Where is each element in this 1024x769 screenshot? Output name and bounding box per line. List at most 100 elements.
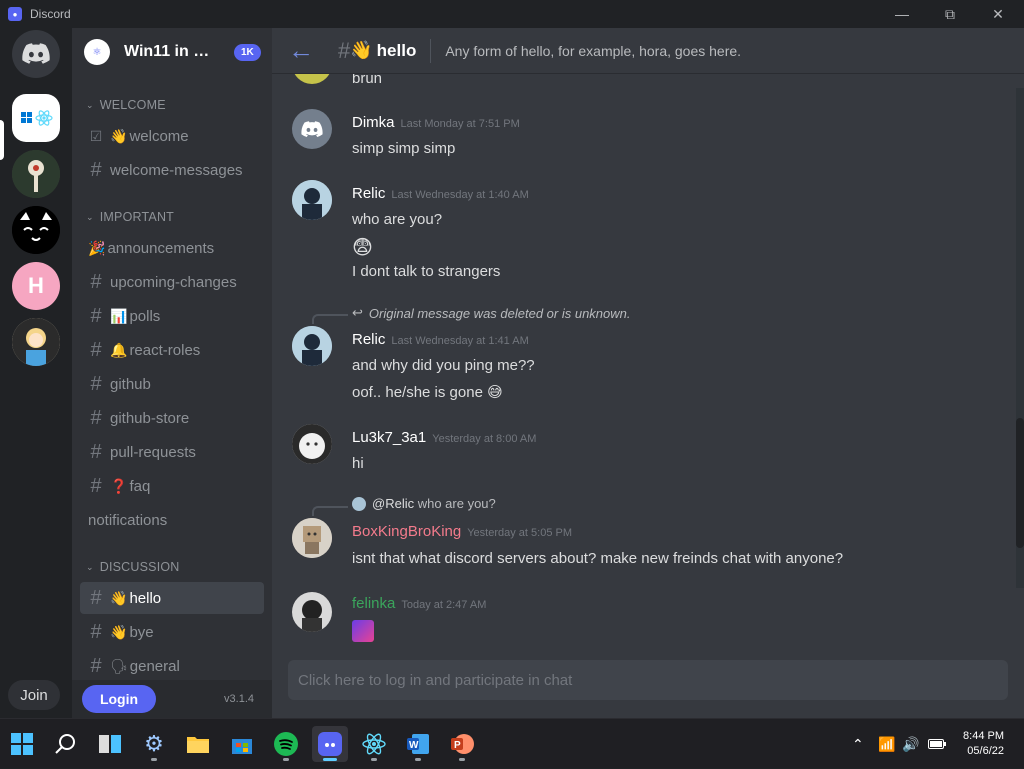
channel-notifications[interactable]: notifications [80, 504, 264, 536]
gear-icon: ⚙ [144, 731, 164, 756]
win11-react-server-icon [21, 110, 53, 126]
tray-overflow-chevron[interactable]: ⌃ [852, 719, 864, 769]
message-text: isnt that what discord servers about? ma… [352, 550, 844, 567]
message-author[interactable]: BoxKingBroKing Yesterday at 5:05 PM [352, 523, 572, 540]
h-server-icon: H [28, 273, 44, 298]
powerpoint-app[interactable]: P [444, 726, 480, 762]
hash-icon: # [90, 338, 102, 361]
header-divider [430, 38, 432, 63]
task-view-button[interactable] [92, 726, 128, 762]
spotify-app[interactable] [268, 726, 304, 762]
taskbar-clock[interactable]: 8:44 PM 05/6/22 [963, 729, 1004, 759]
settings-app[interactable]: ⚙ [136, 726, 172, 762]
discord-home-button[interactable] [12, 30, 60, 78]
avatar[interactable] [292, 109, 332, 149]
reply-arrow-icon: ↩ [352, 305, 363, 320]
server-list: H Join [0, 28, 72, 718]
alice-server-icon [12, 318, 60, 366]
search-button[interactable] [48, 726, 84, 762]
channel-welcome-messages[interactable]: # welcome-messages [80, 154, 264, 186]
word-app[interactable]: W [400, 726, 436, 762]
active-server-indicator [0, 120, 4, 160]
message-text: simp simp simp [352, 140, 456, 157]
server-header[interactable]: ⚛ Win11 in Re... 1K [72, 28, 272, 76]
discord-app[interactable] [312, 726, 348, 762]
checkbox-channel-icon: ☑ [89, 127, 103, 144]
channel-github[interactable]: # github [80, 368, 264, 400]
clock-date: 05/6/22 [967, 745, 1004, 757]
channel-welcome[interactable]: ☑ 👋 welcome [80, 120, 264, 152]
chevron-down-icon: ⌄ [86, 211, 94, 222]
avatar[interactable] [292, 326, 332, 366]
category-important[interactable]: ⌄ IMPORTANT [86, 210, 174, 224]
server-alice[interactable] [12, 318, 60, 366]
message-composer[interactable]: Click here to log in and participate in … [288, 660, 1008, 700]
message-timestamp: Last Wednesday at 1:41 AM [391, 335, 529, 347]
reply-preview[interactable]: ↩ Original message was deleted or is unkn… [352, 305, 631, 321]
category-discussion[interactable]: ⌄ DISCUSSION [86, 560, 180, 574]
battery-status[interactable] [928, 719, 946, 769]
message-text: and why did you ping me?? [352, 357, 535, 374]
discord-logo-icon [301, 120, 323, 137]
channel-github-store[interactable]: # github-store [80, 402, 264, 434]
react-icon [362, 733, 386, 755]
message-author[interactable]: felinka Today at 2:47 AM [352, 595, 486, 612]
message-text: who are you? [352, 211, 443, 228]
message-author[interactable]: Lu3k7_3a1 Yesterday at 8:00 AM [352, 429, 536, 446]
channel-hello[interactable]: # 👋 hello [80, 582, 264, 614]
minimize-button[interactable]: — [878, 0, 926, 28]
avatar[interactable] [292, 518, 332, 558]
server-keyhole[interactable] [12, 150, 60, 198]
channel-announcements[interactable]: 🎉 announcements [80, 232, 264, 264]
server-name: Win11 in Re... [124, 43, 220, 60]
window-title: Discord [30, 7, 71, 21]
discord-logo-icon [22, 43, 50, 64]
message-list: brun Dimka Last Monday at 7:51 PM simp si… [272, 74, 1024, 648]
message-author[interactable]: Relic Last Wednesday at 1:41 AM [352, 331, 529, 348]
channel-react-roles[interactable]: # 🔔 react-roles [80, 334, 264, 366]
avatar[interactable] [292, 74, 332, 84]
channel-name: hello [376, 40, 417, 60]
channel-general[interactable]: # 🗣 general [80, 650, 264, 682]
wifi-status[interactable]: 📶 [878, 719, 895, 769]
message-timestamp: Today at 2:47 AM [401, 599, 487, 611]
store-app[interactable] [224, 726, 260, 762]
avatar[interactable] [292, 180, 332, 220]
message-emoji: 😨 [352, 237, 373, 259]
avatar[interactable] [292, 592, 332, 632]
channel-faq[interactable]: # ❓ faq [80, 470, 264, 502]
server-win11-react[interactable] [12, 94, 60, 142]
file-explorer-app[interactable] [180, 726, 216, 762]
server-h[interactable]: H [12, 262, 60, 310]
channel-bye[interactable]: # 👋 bye [80, 616, 264, 648]
party-popper-icon: 🎉 [88, 239, 106, 256]
category-welcome[interactable]: ⌄ WELCOME [86, 98, 166, 112]
battery-icon [928, 739, 946, 749]
join-button[interactable]: Join [8, 680, 60, 710]
server-cat[interactable] [12, 206, 60, 254]
reply-connector [312, 506, 348, 516]
close-button[interactable]: ✕ [974, 0, 1022, 28]
login-button[interactable]: Login [82, 685, 156, 713]
windows-logo-icon [11, 733, 33, 755]
channel-polls[interactable]: # 📊 polls [80, 300, 264, 332]
avatar[interactable] [292, 424, 332, 464]
chevron-down-icon: ⌄ [86, 561, 94, 572]
volume-status[interactable]: 🔊 [902, 719, 919, 769]
message-author[interactable]: Dimka Last Monday at 7:51 PM [352, 114, 520, 131]
message-author[interactable]: Relic Last Wednesday at 1:40 AM [352, 185, 529, 202]
scrollbar-thumb[interactable] [1016, 418, 1024, 548]
react-app[interactable] [356, 726, 392, 762]
question-mark-icon: ❓ [110, 477, 128, 494]
channel-header: ← # 👋 hello Any form of hello, for examp… [272, 28, 1024, 74]
channel-pull-requests[interactable]: # pull-requests [80, 436, 264, 468]
channel-upcoming-changes[interactable]: # upcoming-changes [80, 266, 264, 298]
avatar-mini [352, 496, 366, 511]
start-button[interactable] [4, 726, 40, 762]
message-text: I dont talk to strangers [352, 263, 501, 280]
sticker-image[interactable] [352, 620, 374, 642]
back-arrow-icon[interactable]: ← [288, 35, 316, 66]
maximize-button[interactable]: ⧉ [926, 0, 974, 28]
reply-preview[interactable]: @Relic who are you? [352, 496, 496, 511]
window-titlebar: ● Discord — ⧉ ✕ [0, 0, 1024, 28]
